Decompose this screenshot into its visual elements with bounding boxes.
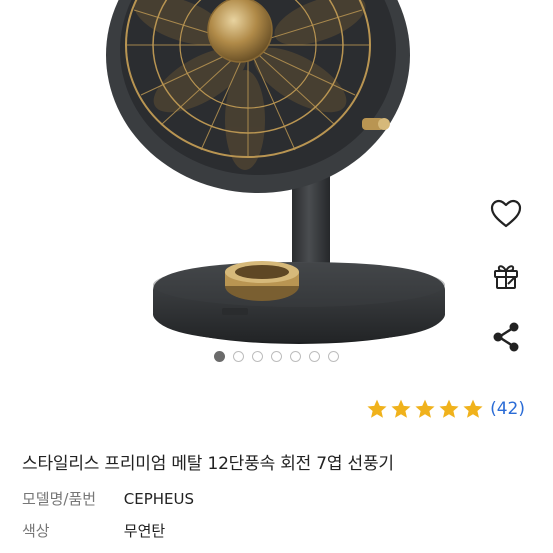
pagination-dot[interactable] bbox=[309, 351, 320, 362]
share-icon bbox=[493, 322, 519, 352]
product-title: 스타일리스 프리미엄 메탈 12단풍속 회전 7엽 선풍기 bbox=[22, 454, 394, 474]
star-icon bbox=[391, 399, 411, 418]
spec-row-color: 색상 무연탄 bbox=[22, 520, 165, 541]
image-pagination bbox=[0, 351, 553, 362]
gift-icon bbox=[494, 265, 518, 289]
spec-value: CEPHEUS bbox=[123, 490, 195, 508]
pagination-dot[interactable] bbox=[233, 351, 244, 362]
star-icon bbox=[415, 399, 435, 418]
fan-image bbox=[106, 0, 445, 344]
pagination-dot[interactable] bbox=[290, 351, 301, 362]
heart-icon bbox=[490, 199, 522, 228]
pagination-dot[interactable] bbox=[271, 351, 282, 362]
star-icon bbox=[463, 399, 483, 418]
star-icon bbox=[439, 399, 459, 418]
gift-button[interactable] bbox=[487, 256, 525, 294]
spec-key: 모델명/품번 bbox=[22, 490, 97, 508]
rating-stars bbox=[366, 398, 484, 420]
pagination-dot[interactable] bbox=[252, 351, 263, 362]
star-icon bbox=[367, 399, 387, 418]
spec-value: 무연탄 bbox=[123, 522, 166, 540]
pagination-dot[interactable] bbox=[328, 351, 339, 362]
product-image[interactable] bbox=[0, 0, 553, 345]
review-count[interactable]: (42) bbox=[490, 399, 525, 419]
spec-key: 색상 bbox=[22, 522, 50, 540]
rating[interactable]: (42) bbox=[366, 398, 525, 420]
pagination-dot[interactable] bbox=[214, 351, 225, 362]
spec-row-model: 모델명/품번 CEPHEUS bbox=[22, 488, 194, 509]
wishlist-button[interactable] bbox=[487, 195, 525, 233]
